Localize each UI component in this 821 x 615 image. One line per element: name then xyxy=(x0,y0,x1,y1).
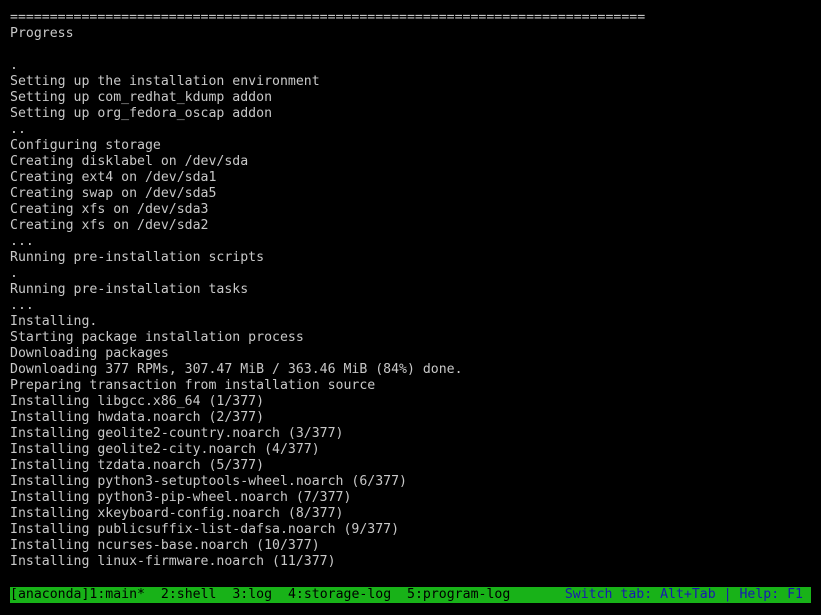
console-line: Setting up com_redhat_kdump addon xyxy=(10,90,273,105)
separator-line: ========================================… xyxy=(10,10,646,25)
tmux-tab-shell[interactable]: 2:shell xyxy=(161,587,217,602)
console-line: Running pre-installation scripts xyxy=(10,250,265,265)
console-line: ... xyxy=(10,234,34,249)
console-line: Installing xkeyboard-config.noarch (8/37… xyxy=(10,506,344,521)
console-line: Installing python3-pip-wheel.noarch (7/3… xyxy=(10,490,352,505)
console-line: Installing geolite2-country.noarch (3/37… xyxy=(10,426,344,441)
console-line: Setting up org_fedora_oscap addon xyxy=(10,106,273,121)
console-line: Installing libgcc.x86_64 (1/377) xyxy=(10,394,265,409)
console-line: Downloading packages xyxy=(10,346,169,361)
console-line: Running pre-installation tasks xyxy=(10,282,249,297)
tmux-window-list: [anaconda]1:main* 2:shell 3:log 4:storag… xyxy=(10,587,510,603)
console-line: . xyxy=(10,266,18,281)
installer-log-output: ========================================… xyxy=(10,10,815,570)
console-line: Creating ext4 on /dev/sda1 xyxy=(10,170,217,185)
console-line: .. xyxy=(10,122,26,137)
text-console-screen: ========================================… xyxy=(0,0,821,615)
console-line: Setting up the installation environment xyxy=(10,74,320,89)
console-line: Creating xfs on /dev/sda3 xyxy=(10,202,209,217)
tmux-tab-main[interactable]: [anaconda]1:main* xyxy=(10,587,145,602)
tmux-help-hint: Switch tab: Alt+Tab | Help: F1 xyxy=(564,587,803,602)
console-line: Installing python3-setuptools-wheel.noar… xyxy=(10,474,407,489)
console-line: Configuring storage xyxy=(10,138,161,153)
tmux-status-bar: [anaconda]1:main* 2:shell 3:log 4:storag… xyxy=(10,587,811,603)
console-line: Preparing transaction from installation … xyxy=(10,378,376,393)
section-title: Progress xyxy=(10,26,74,41)
console-line: Installing ncurses-base.noarch (10/377) xyxy=(10,538,320,553)
console-line: Installing. xyxy=(10,314,98,329)
tmux-tab-log[interactable]: 3:log xyxy=(232,587,272,602)
console-line: Downloading 377 RPMs, 307.47 MiB / 363.4… xyxy=(10,362,463,377)
console-line: Installing tzdata.noarch (5/377) xyxy=(10,458,265,473)
console-line: Installing linux-firmware.noarch (11/377… xyxy=(10,554,336,569)
console-line: ... xyxy=(10,298,34,313)
console-line: Starting package installation process xyxy=(10,330,304,345)
tmux-tab-storage-log[interactable]: 4:storage-log xyxy=(288,587,391,602)
tmux-tab-program-log[interactable]: 5:program-log xyxy=(407,587,510,602)
console-line: Creating swap on /dev/sda5 xyxy=(10,186,217,201)
console-line: . xyxy=(10,58,18,73)
console-line: Installing geolite2-city.noarch (4/377) xyxy=(10,442,320,457)
console-line: Creating disklabel on /dev/sda xyxy=(10,154,249,169)
console-line: Creating xfs on /dev/sda2 xyxy=(10,218,209,233)
console-line: Installing publicsuffix-list-dafsa.noarc… xyxy=(10,522,400,537)
console-line: Installing hwdata.noarch (2/377) xyxy=(10,410,265,425)
